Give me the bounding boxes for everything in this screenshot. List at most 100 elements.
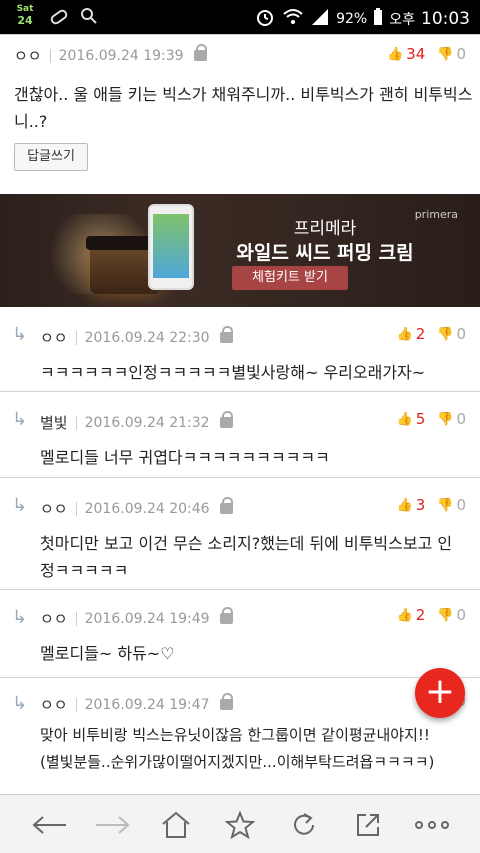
status-date: 24 (17, 14, 33, 27)
ad-product: 와일드 씨드 퍼밍 크림 (236, 242, 414, 264)
reply-text: 첫마디만 보고 이건 무슨 소리지?했는데 뒤에 비투빅스보고 인 정ㅋㅋㅋㅋㅋ (40, 530, 452, 584)
reply-nickname[interactable]: ㅇㅇ (40, 498, 68, 519)
thumbs-up-icon: 👍 (396, 326, 413, 342)
divider (75, 415, 77, 430)
reply-text: 멜로디들 너무 귀엽다ㅋㅋㅋㅋㅋㅋㅋㅋㅋㅋ (40, 444, 330, 471)
reply-arrow-icon: ↳ (12, 495, 28, 516)
reply-nickname[interactable]: 별빛 (40, 412, 68, 433)
comment-datetime: 2016.09.24 19:39 (58, 47, 184, 64)
lock-icon[interactable] (219, 325, 233, 344)
clock-time: 10:03 (421, 9, 470, 29)
back-arrow-icon[interactable] (28, 805, 72, 845)
thumbs-up-icon: 👍 (396, 607, 413, 623)
divider (75, 501, 77, 516)
divider (75, 697, 77, 712)
reply-nickname[interactable]: ㅇㅇ (40, 694, 68, 715)
thumbs-up-icon: 👍 (396, 411, 413, 427)
lock-icon[interactable] (219, 410, 233, 429)
upvote-button[interactable]: 👍 34 (387, 45, 425, 63)
upvote-button[interactable]: 👍 2 (397, 606, 426, 624)
reply-line: (별빛분들..순위가많이떨어지겠지만...이해부탁드려욥ㅋㅋㅋㅋ) (40, 753, 435, 771)
calendar-date: Sat 24 (13, 4, 37, 30)
reply-item: ↳ ㅇㅇ 2016.09.24 22:30 👍 2 👎 0 ㅋㅋㅋㅋㅋㅋ인정ㅋㅋㅋㅋ… (0, 307, 480, 392)
upvote-button[interactable]: 👍 3 (397, 496, 426, 514)
battery-icon (373, 8, 383, 30)
downvote-count: 0 (456, 496, 466, 514)
upvote-count: 3 (415, 496, 426, 514)
add-comment-fab[interactable]: + (415, 668, 465, 718)
divider (75, 611, 77, 626)
thumbs-down-icon: 👎 (437, 46, 454, 62)
write-reply-button[interactable]: 답글쓰기 (14, 143, 88, 171)
share-icon[interactable] (346, 805, 390, 845)
reply-item: ↳ ㅇㅇ 2016.09.24 19:47 👎0 맞아 비투비랑 빅스는유닛이잖… (0, 678, 480, 794)
reply-arrow-icon: ↳ (12, 607, 28, 628)
reply-text: 맞아 비투비랑 빅스는유닛이잖음 한그룹이면 같이평균내야지!! (별빛분들..… (40, 722, 434, 776)
upvote-button[interactable]: 👍 2 (397, 325, 426, 343)
reply-item: ↳ ㅇㅇ 2016.09.24 19:49 👍 2 👎 0 멜로디들~ 하듀~♡ (0, 590, 480, 678)
reply-datetime: 2016.09.24 20:46 (84, 500, 210, 517)
bookmark-star-icon[interactable] (218, 805, 262, 845)
thumbs-down-icon: 👎 (437, 411, 454, 427)
reply-nickname[interactable]: ㅇㅇ (40, 608, 68, 629)
upvote-count: 34 (406, 45, 426, 63)
upvote-count: 2 (415, 606, 426, 624)
reply-datetime: 2016.09.24 22:30 (84, 329, 210, 346)
downvote-count: 0 (456, 606, 466, 624)
reply-arrow-icon: ↳ (12, 409, 28, 430)
ad-banner[interactable]: primera 프리메라 와일드 씨드 퍼밍 크림 체험키트 받기 (0, 194, 480, 307)
ad-cta-button[interactable]: 체험키트 받기 (232, 266, 348, 290)
home-icon[interactable] (154, 805, 198, 845)
signal-icon (310, 8, 330, 30)
wifi-icon (282, 7, 304, 31)
reply-line: ㅋㅋㅋㅋㅋㅋ인정ㅋㅋㅋㅋㅋ별빛사랑해~ 우리오래가자~ (40, 363, 426, 382)
forward-arrow-icon[interactable] (90, 805, 134, 845)
thumbs-up-icon: 👍 (386, 46, 404, 62)
alarm-icon (254, 6, 276, 32)
thumbs-down-icon: 👎 (437, 497, 454, 513)
lock-icon[interactable] (219, 496, 233, 515)
upvote-count: 5 (415, 410, 426, 428)
refresh-icon[interactable] (282, 805, 326, 845)
reply-line: 멜로디들 너무 귀엽다ㅋㅋㅋㅋㅋㅋㅋㅋㅋㅋ (40, 448, 330, 467)
reply-nickname[interactable]: ㅇㅇ (40, 327, 68, 348)
reply-arrow-icon: ↳ (12, 324, 28, 345)
divider (75, 330, 77, 345)
ad-title: 프리메라 (293, 219, 357, 239)
top-comment: ㅇㅇ 2016.09.24 19:39 👍 34 👎 0 갠찮아.. 울 애들 키는… (0, 34, 480, 194)
reply-arrow-icon: ↳ (12, 693, 28, 714)
reply-datetime: 2016.09.24 19:49 (84, 610, 210, 627)
comment-line: 니..? (14, 112, 48, 131)
downvote-button[interactable]: 👎0 (437, 45, 466, 63)
lock-icon[interactable] (219, 692, 233, 711)
divider (49, 48, 51, 63)
reply-line: 정ㅋㅋㅋㅋㅋ (40, 561, 129, 580)
downvote-count: 0 (456, 45, 466, 63)
downvote-count: 0 (456, 410, 466, 428)
reply-item: ↳ ㅇㅇ 2016.09.24 20:46 👍 3 👎 0 첫마디만 보고 이건 무… (0, 478, 480, 590)
downvote-button[interactable]: 👎0 (437, 606, 466, 624)
downvote-count: 0 (456, 325, 466, 343)
search-icon (80, 7, 98, 30)
thumbs-down-icon: 👎 (437, 326, 454, 342)
status-bar: Sat 24 92% 오후 10:03 (0, 0, 480, 34)
thumbs-up-icon: 👍 (396, 497, 413, 513)
lock-icon[interactable] (193, 43, 207, 62)
downvote-button[interactable]: 👎0 (437, 410, 466, 428)
reply-item: ↳ 별빛 2016.09.24 21:32 👍 5 👎 0 멜로디들 너무 귀엽다ㅋ… (0, 392, 480, 478)
comment-line: 갠찮아.. 울 애들 키는 빅스가 채워주니까.. 비투빅스가 괜히 비투빅스 (14, 85, 473, 104)
downvote-button[interactable]: 👎0 (437, 496, 466, 514)
reply-line: 첫마디만 보고 이건 무슨 소리지?했는데 뒤에 비투빅스보고 인 (40, 534, 453, 553)
comment-nickname[interactable]: ㅇㅇ (14, 45, 42, 66)
reply-line: 맞아 비투비랑 빅스는유닛이잖음 한그룹이면 같이평균내야지!! (40, 726, 430, 744)
upvote-count: 2 (415, 325, 426, 343)
reply-text: 멜로디들~ 하듀~♡ (40, 640, 175, 667)
lock-icon[interactable] (219, 606, 233, 625)
upvote-button[interactable]: 👍 5 (397, 410, 426, 428)
reply-line: 멜로디들~ 하듀~♡ (40, 644, 175, 663)
downvote-button[interactable]: 👎0 (437, 325, 466, 343)
more-dots-icon[interactable] (410, 805, 454, 845)
reply-datetime: 2016.09.24 21:32 (84, 414, 210, 431)
reply-text: ㅋㅋㅋㅋㅋㅋ인정ㅋㅋㅋㅋㅋ별빛사랑해~ 우리오래가자~ (40, 359, 425, 386)
reply-datetime: 2016.09.24 19:47 (84, 696, 210, 713)
